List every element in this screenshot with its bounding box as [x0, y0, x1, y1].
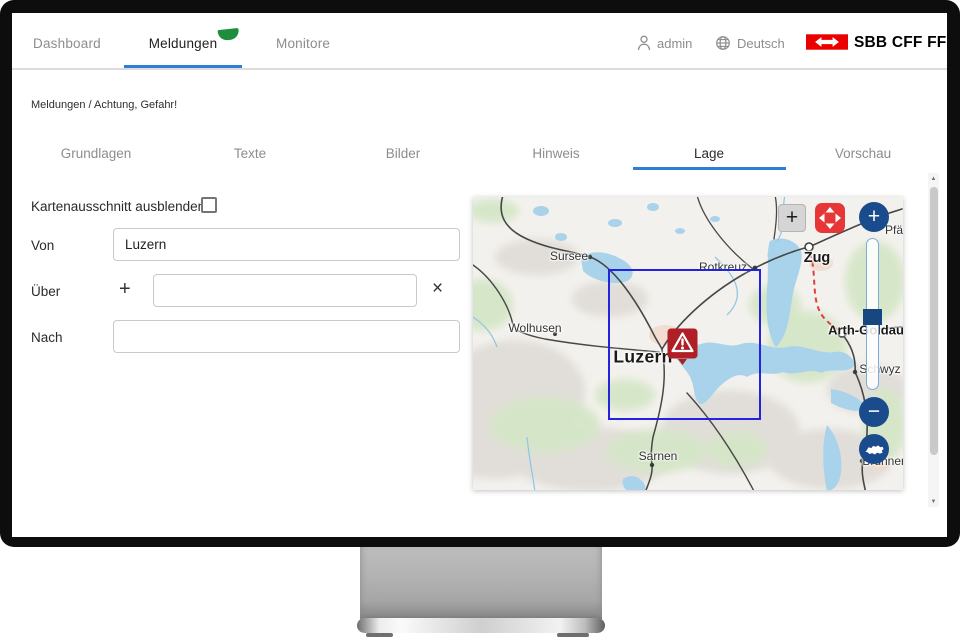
scrollbar-up-arrow[interactable]: ▲	[928, 173, 939, 184]
von-input[interactable]	[113, 228, 460, 261]
user-name: admin	[657, 36, 692, 51]
pan-arrows-icon	[815, 203, 845, 233]
nav-item-monitore[interactable]: Monitore	[276, 36, 330, 51]
monitor-base	[357, 618, 605, 633]
app-window: Dashboard Meldungen Monitore admin Deuts…	[12, 13, 947, 537]
sbb-logo-icon	[806, 34, 848, 50]
map-canvas[interactable]: Sursee Wolhusen Rotkreuz Zug Arth-Goldau…	[473, 197, 903, 490]
brand-wordmark: SBB CFF FFS	[854, 34, 947, 52]
ueber-label: Über	[31, 284, 60, 299]
tab-vorschau[interactable]: Vorschau	[835, 146, 891, 161]
hide-map-label: Kartenausschnitt ausblenden	[31, 199, 205, 214]
add-via-button[interactable]: +	[119, 279, 131, 299]
scrollbar-thumb[interactable]	[930, 187, 938, 455]
clear-via-button[interactable]: ×	[432, 279, 443, 298]
tab-texte[interactable]: Texte	[234, 146, 266, 161]
user-menu[interactable]: admin	[637, 33, 692, 53]
reset-extent-switzerland-button[interactable]	[859, 434, 889, 464]
language-label: Deutsch	[737, 36, 785, 51]
add-extent-button[interactable]: +	[778, 204, 806, 232]
nach-label: Nach	[31, 330, 63, 345]
header-divider	[12, 68, 947, 70]
tab-bilder[interactable]: Bilder	[386, 146, 421, 161]
scrollbar-down-arrow[interactable]: ▼	[928, 496, 939, 507]
zoom-out-button[interactable]: −	[859, 397, 889, 427]
pan-tool-button[interactable]	[815, 203, 845, 233]
nach-input[interactable]	[113, 320, 460, 353]
von-label: Von	[31, 238, 54, 253]
nav-item-dashboard[interactable]: Dashboard	[33, 36, 101, 51]
tab-grundlagen[interactable]: Grundlagen	[61, 146, 132, 161]
monitor-stand	[360, 547, 602, 619]
meldungen-status-badge	[217, 28, 239, 41]
hide-map-checkbox[interactable]	[201, 197, 217, 213]
language-menu[interactable]: Deutsch	[715, 33, 785, 53]
monitor-foot-right	[557, 633, 589, 637]
tab-lage[interactable]: Lage	[694, 146, 724, 161]
nav-item-meldungen[interactable]: Meldungen	[149, 36, 218, 51]
ueber-input[interactable]	[153, 274, 417, 307]
tab-hinweis[interactable]: Hinweis	[532, 146, 579, 161]
page-scrollbar[interactable]: ▲ ▼	[928, 173, 939, 507]
monitor-foot-left	[366, 633, 393, 637]
hazard-marker-icon[interactable]	[667, 328, 698, 366]
globe-icon	[715, 35, 731, 51]
switzerland-shape-icon	[864, 443, 884, 456]
zoom-slider-handle[interactable]	[863, 309, 882, 325]
breadcrumb: Meldungen / Achtung, Gefahr!	[31, 99, 177, 111]
user-icon	[637, 35, 651, 51]
zoom-in-button[interactable]: +	[859, 202, 889, 232]
active-tab-underline	[633, 167, 786, 170]
